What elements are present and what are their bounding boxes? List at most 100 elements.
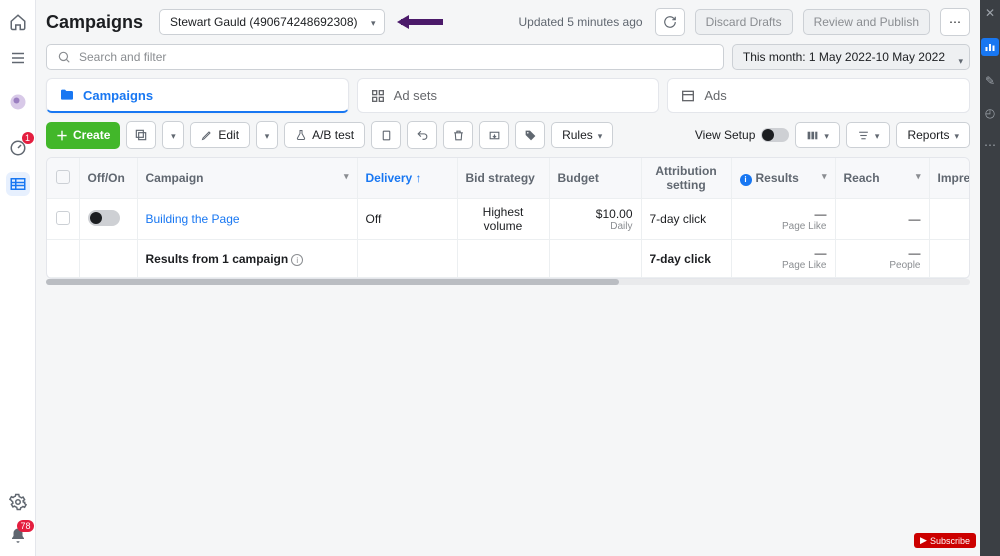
search-icon [57, 50, 71, 64]
cell-attribution: 7-day click [641, 199, 731, 240]
th-reach[interactable]: Reach▾ [835, 158, 929, 199]
toolbar: ＋ Create Edit A/B test [36, 121, 980, 157]
edit-icon[interactable]: ✎ [985, 74, 995, 88]
cell-reach: — [835, 199, 929, 240]
chevron-down-icon [265, 128, 270, 142]
campaign-name-link[interactable]: Building the Page [146, 212, 240, 226]
chevron-down-icon: ▾ [822, 171, 827, 182]
reports-button[interactable]: Reports [896, 122, 970, 148]
close-icon[interactable]: ✕ [985, 6, 995, 20]
tab-ads-label: Ads [704, 88, 726, 103]
reports-label: Reports [907, 128, 949, 142]
create-label: Create [73, 128, 110, 142]
chevron-down-icon [824, 128, 829, 142]
th-bid[interactable]: Bid strategy [457, 158, 549, 199]
tab-adsets-label: Ad sets [394, 88, 437, 103]
cell-bid: Highest volume [457, 199, 549, 240]
activity-icon[interactable]: ⋯ [984, 138, 996, 152]
annotation-arrow [395, 15, 441, 29]
chevron-down-icon [875, 128, 880, 142]
delete-button[interactable] [443, 121, 473, 149]
table-row[interactable]: Building the Page Off Highest volume $10… [47, 199, 970, 240]
search-placeholder: Search and filter [79, 50, 166, 64]
duplicate-button[interactable] [126, 121, 156, 149]
review-publish-button[interactable]: Review and Publish [803, 9, 930, 35]
export-button[interactable] [479, 121, 509, 149]
table-header-row: Off/On Campaign▾ Delivery ↑ Bid strategy… [47, 158, 970, 199]
chevron-down-icon [954, 128, 959, 142]
menu-icon[interactable] [6, 46, 30, 70]
tab-adsets[interactable]: Ad sets [357, 78, 660, 113]
row-toggle[interactable] [88, 210, 120, 226]
th-delivery[interactable]: Delivery ↑ [357, 158, 457, 199]
edit-button[interactable]: Edit [190, 122, 250, 148]
abtest-button[interactable]: A/B test [284, 122, 365, 148]
breakdown-button[interactable] [846, 122, 891, 148]
rules-button[interactable]: Rules [551, 122, 613, 148]
search-row: Search and filter This month: 1 May 2022… [36, 44, 980, 78]
badge: 1 [22, 132, 34, 144]
info-icon: i [740, 174, 752, 186]
folder-icon [59, 87, 75, 103]
summary-attribution: 7-day click [641, 240, 731, 278]
campaign-table: Off/On Campaign▾ Delivery ↑ Bid strategy… [46, 157, 970, 279]
subscribe-badge[interactable]: ▶ Subscribe [914, 533, 976, 548]
settings-icon[interactable] [6, 490, 30, 514]
home-icon[interactable] [6, 10, 30, 34]
tab-campaigns-label: Campaigns [83, 88, 153, 103]
page-title: Campaigns [46, 12, 143, 33]
summary-results: — Page Like [731, 240, 835, 278]
th-attribution[interactable]: Attribution setting [641, 158, 731, 199]
view-setup-label: View Setup [695, 128, 756, 142]
view-setup-toggle[interactable]: View Setup [695, 128, 790, 142]
horizontal-scrollbar[interactable] [46, 279, 970, 285]
discard-drafts-button[interactable]: Discard Drafts [695, 9, 793, 35]
breakdown-icon [857, 129, 870, 142]
search-input[interactable]: Search and filter [46, 44, 724, 70]
charts-icon[interactable] [981, 38, 999, 56]
gauge-icon[interactable]: 1 [6, 136, 30, 160]
table-icon[interactable] [6, 172, 30, 196]
account-selector[interactable]: Stewart Gauld (490674248692308) [159, 9, 384, 35]
tabs-row: Campaigns Ad sets Ads [36, 78, 980, 121]
refresh-button[interactable] [655, 8, 685, 36]
chevron-down-icon [598, 128, 603, 142]
cell-budget: $10.00 Daily [549, 199, 641, 240]
flask-icon [295, 129, 307, 141]
edit-label: Edit [218, 128, 239, 142]
history-icon[interactable]: ◴ [985, 106, 995, 120]
tag-button[interactable] [515, 121, 545, 149]
copy-button[interactable] [371, 121, 401, 149]
chevron-down-icon: ▾ [344, 171, 349, 182]
profile-icon[interactable] [6, 90, 30, 114]
th-budget[interactable]: Budget [549, 158, 641, 199]
th-results[interactable]: iResults▾ [731, 158, 835, 199]
th-offon[interactable]: Off/On [79, 158, 137, 199]
tab-ads[interactable]: Ads [667, 78, 970, 113]
notifications-icon[interactable]: 78 [6, 524, 30, 548]
summary-reach: — People [835, 240, 929, 278]
th-impressions[interactable]: Impres [929, 158, 970, 199]
checkbox-icon [56, 170, 70, 184]
info-icon[interactable]: i [291, 254, 303, 266]
toggle-icon [761, 128, 789, 142]
columns-icon [806, 129, 819, 142]
undo-button[interactable] [407, 121, 437, 149]
account-selector-label: Stewart Gauld (490674248692308) [170, 15, 357, 29]
create-button[interactable]: ＋ Create [46, 122, 120, 149]
th-campaign[interactable]: Campaign▾ [137, 158, 357, 199]
chevron-down-icon [958, 53, 963, 67]
columns-button[interactable] [795, 122, 840, 148]
more-button[interactable]: ⋯ [940, 8, 970, 36]
subscribe-label: Subscribe [930, 536, 970, 546]
edit-caret[interactable] [256, 121, 278, 149]
duplicate-caret[interactable] [162, 121, 184, 149]
date-range-selector[interactable]: This month: 1 May 2022-10 May 2022 [732, 44, 970, 70]
scrollbar-thumb[interactable] [46, 279, 619, 285]
plus-icon: ＋ [56, 127, 68, 144]
youtube-icon: ▶ [920, 535, 927, 546]
th-checkbox[interactable] [47, 158, 79, 199]
row-checkbox[interactable] [56, 211, 70, 225]
tab-campaigns[interactable]: Campaigns [46, 78, 349, 113]
date-range-label: This month: 1 May 2022-10 May 2022 [743, 50, 945, 64]
